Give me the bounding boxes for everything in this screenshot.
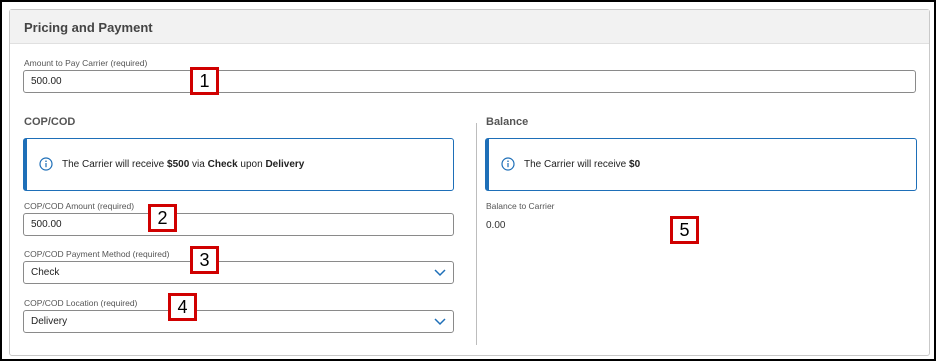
- info-mid1: via: [189, 159, 208, 170]
- panel-header: Pricing and Payment: [10, 10, 929, 44]
- cop-cod-location-label: COP/COD Location (required): [24, 298, 138, 308]
- callout-2: 2: [148, 204, 177, 232]
- balance-info-box: The Carrier will receive $0: [485, 138, 917, 191]
- callout-3: 3: [190, 246, 219, 274]
- callout-5: 5: [670, 216, 699, 244]
- info-method: Check: [207, 159, 238, 170]
- info-icon: [39, 157, 53, 171]
- panel-title: Pricing and Payment: [24, 20, 153, 35]
- chevron-down-icon: [434, 269, 446, 277]
- balance-section-title: Balance: [486, 116, 529, 128]
- location-value: Delivery: [31, 316, 68, 327]
- balance-to-carrier-value: 0.00: [486, 220, 506, 231]
- cop-cod-location-select[interactable]: Delivery: [23, 310, 454, 333]
- info-icon: [501, 157, 515, 171]
- cop-cod-section-title: COP/COD: [24, 116, 76, 128]
- callout-1: 1: [190, 67, 219, 95]
- balance-info-text: The Carrier will receive $0: [524, 159, 640, 170]
- cop-cod-amount-input[interactable]: [23, 213, 454, 236]
- balance-info-prefix: The Carrier will receive: [524, 159, 630, 170]
- amount-to-pay-label: Amount to Pay Carrier (required): [24, 58, 148, 68]
- section-divider: [476, 123, 477, 345]
- balance-info-amount: $0: [629, 159, 641, 170]
- cop-cod-amount-label: COP/COD Amount (required): [24, 201, 135, 211]
- cop-cod-info-text: The Carrier will receive $500 via Check …: [62, 159, 304, 170]
- callout-4: 4: [168, 293, 197, 321]
- pricing-payment-panel: Pricing and Payment Amount to Pay Carrie…: [9, 9, 930, 356]
- info-amount: $500: [167, 159, 190, 170]
- payment-method-value: Check: [31, 267, 60, 278]
- info-mid2: upon: [237, 159, 266, 170]
- amount-to-pay-input[interactable]: [23, 70, 916, 93]
- cop-cod-payment-method-label: COP/COD Payment Method (required): [24, 249, 170, 259]
- info-location: Delivery: [265, 159, 305, 170]
- balance-to-carrier-label: Balance to Carrier: [486, 201, 555, 211]
- chevron-down-icon: [434, 318, 446, 326]
- cop-cod-payment-method-select[interactable]: Check: [23, 261, 454, 284]
- screenshot-frame: Pricing and Payment Amount to Pay Carrie…: [0, 0, 936, 361]
- info-prefix: The Carrier will receive: [62, 159, 168, 170]
- cop-cod-info-box: The Carrier will receive $500 via Check …: [23, 138, 454, 191]
